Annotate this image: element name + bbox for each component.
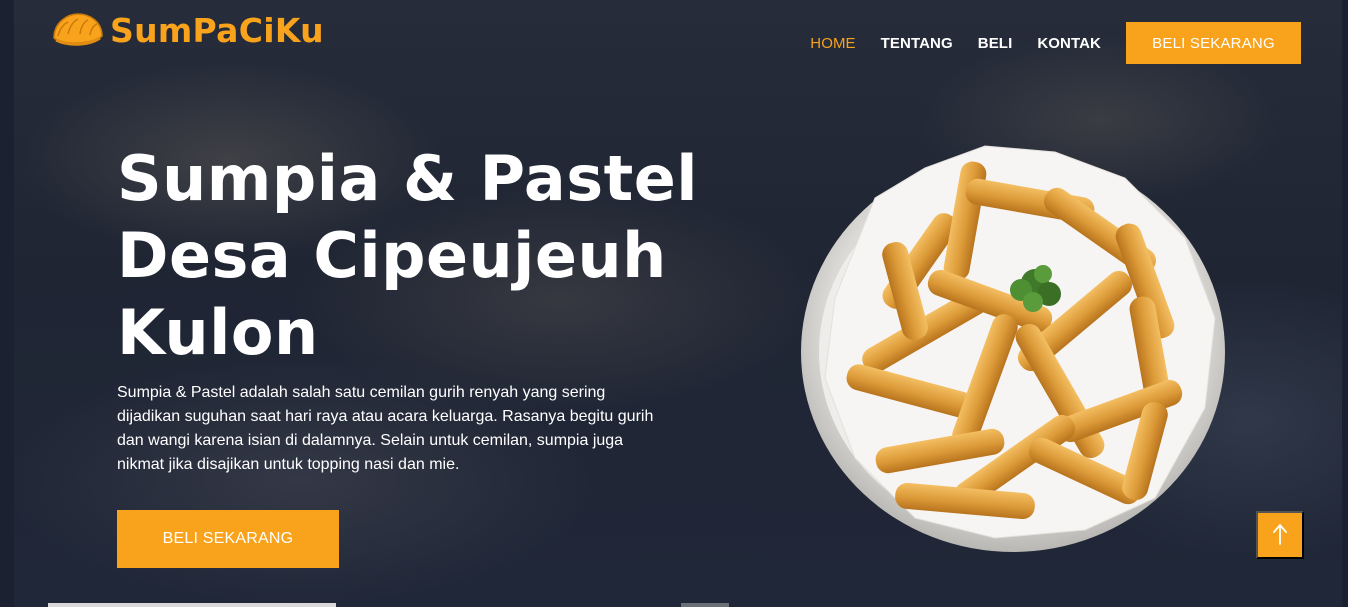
left-edge-strip bbox=[0, 0, 14, 607]
right-edge-strip bbox=[1342, 0, 1348, 607]
scroll-top-button[interactable] bbox=[1256, 511, 1304, 559]
hero-title: Sumpia & Pastel Desa Cipeujeuh Kulon bbox=[117, 140, 717, 371]
hero-title-line: Desa Cipeujeuh bbox=[117, 219, 667, 292]
sumpia-bowl-image bbox=[795, 138, 1235, 558]
nav-kontak[interactable]: KONTAK bbox=[1037, 35, 1101, 52]
arrow-up-icon bbox=[1272, 523, 1288, 548]
main-nav: HOME TENTANG BELI KONTAK BELI SEKARANG bbox=[810, 22, 1301, 64]
hero-title-line: Sumpia & Pastel bbox=[117, 142, 699, 215]
hero-buy-now-button[interactable]: BELI SEKARANG bbox=[117, 510, 339, 568]
bottom-indicator-left bbox=[48, 603, 336, 607]
brand-name: SumPaCiKu bbox=[110, 10, 324, 50]
nav-beli[interactable]: BELI bbox=[978, 35, 1013, 52]
nav-tentang[interactable]: TENTANG bbox=[881, 35, 953, 52]
hero-description: Sumpia & Pastel adalah salah satu cemila… bbox=[117, 384, 654, 473]
brand-logo[interactable]: SumPaCiKu bbox=[50, 10, 324, 50]
nav-home[interactable]: HOME bbox=[810, 35, 855, 52]
header-buy-now-button[interactable]: BELI SEKARANG bbox=[1126, 22, 1301, 64]
bottom-indicator-middle bbox=[681, 603, 729, 607]
hero-title-line: Kulon bbox=[117, 296, 319, 369]
pastel-icon bbox=[50, 10, 104, 50]
